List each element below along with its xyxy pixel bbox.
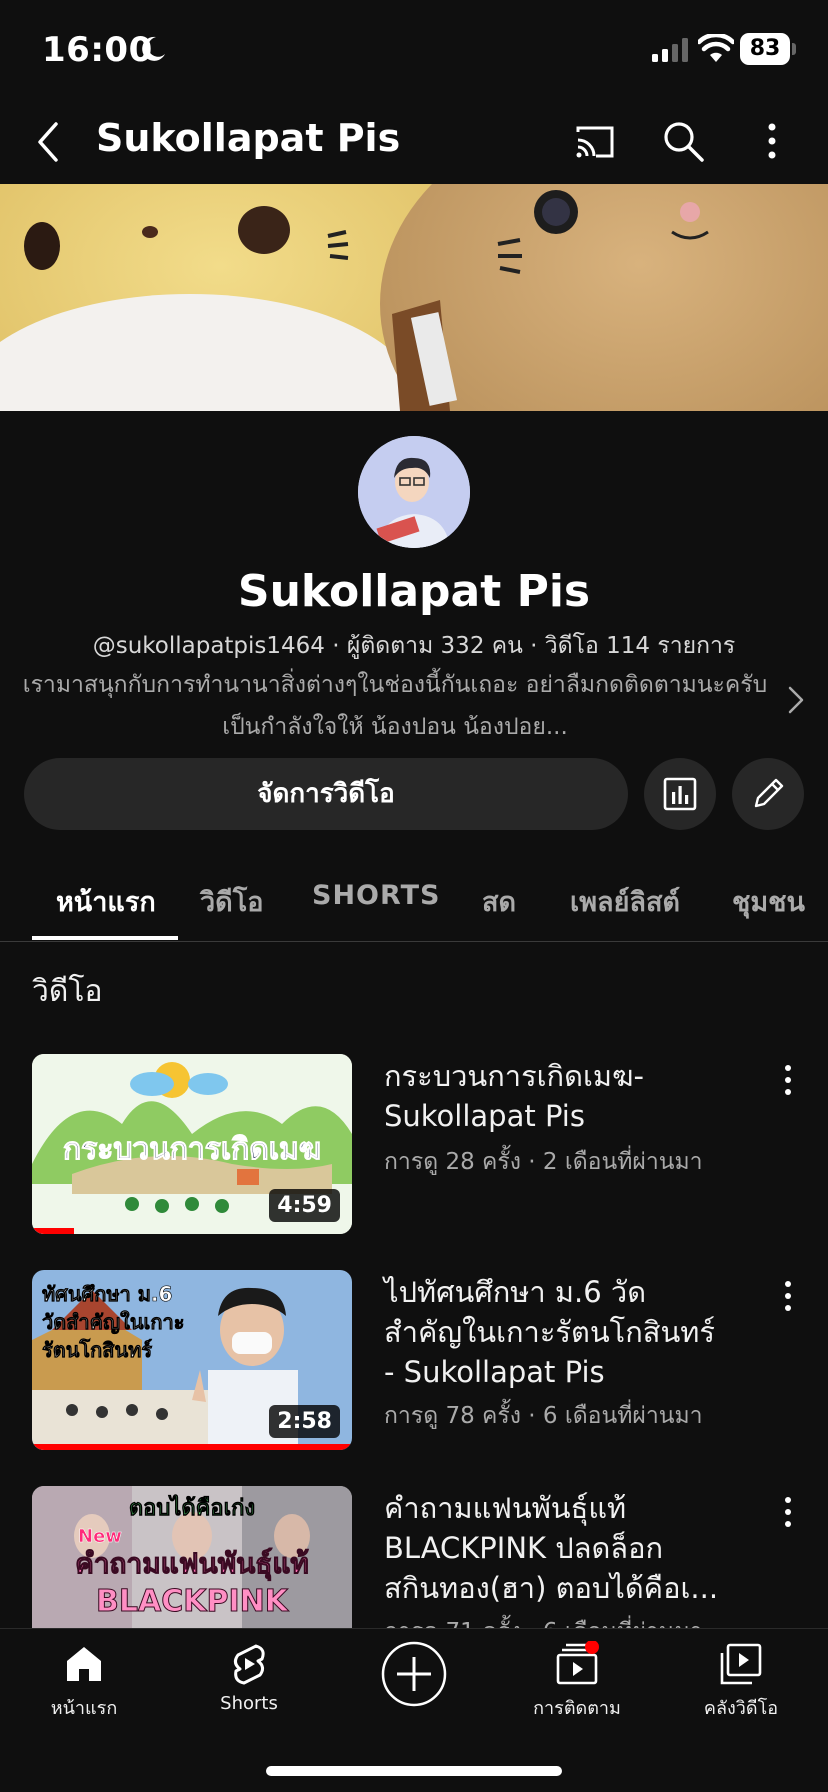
- description-line-2: เป็นกำลังใจให้ น้องปอน น้องปอย...: [222, 714, 568, 740]
- video-title: คำถามแฟนพันธุ์แท้ BLACKPINK ปลดล็อก สกิน…: [384, 1488, 744, 1608]
- library-icon: [720, 1643, 762, 1685]
- channel-avatar[interactable]: [358, 436, 470, 548]
- tab-playlists[interactable]: เพลย์ลิสต์: [570, 880, 680, 923]
- video-duration: 2:58: [269, 1405, 340, 1438]
- description-line-1: เรามาสนุกกับการทำนานาสิ่งต่างๆในช่องนี้ก…: [22, 672, 768, 698]
- home-indicator: [266, 1766, 562, 1776]
- video-title-line: Sukollapat Pis: [384, 1099, 585, 1133]
- more-options-icon[interactable]: [752, 118, 792, 164]
- video-title: ไปทัศนศึกษา ม.6 วัด สำคัญในเกาะรัตนโกสิน…: [384, 1272, 744, 1392]
- chevron-right-icon[interactable]: [780, 682, 810, 718]
- home-icon: [67, 1647, 101, 1681]
- do-not-disturb-moon-icon: [142, 36, 165, 61]
- active-tab-indicator: [32, 936, 178, 940]
- banner-plush-cats-image: [0, 184, 828, 411]
- video-thumbnail[interactable]: ทัศนศึกษา ม.6 วัดสำคัญในเกาะ รัตนโกสินทร…: [32, 1270, 352, 1450]
- nav-label: คลังวิดีโอ: [703, 1698, 779, 1719]
- nav-label: หน้าแรก: [50, 1698, 118, 1719]
- video-title-line: คำถามแฟนพันธุ์แท้: [384, 1491, 627, 1525]
- video-title-line: BLACKPINK ปลดล็อก: [384, 1531, 664, 1565]
- nav-shorts[interactable]: Shorts: [169, 1641, 329, 1714]
- thumbnail-caption: BLACKPINK: [96, 1584, 289, 1620]
- battery-tip: [792, 43, 796, 55]
- tab-live[interactable]: สด: [482, 880, 516, 923]
- tab-community[interactable]: ชุมชน: [732, 880, 805, 923]
- manage-videos-button[interactable]: จัดการวิดีโอ: [24, 758, 628, 830]
- cast-icon[interactable]: [572, 120, 618, 164]
- thumbnail-caption: ตอบได้คือเก่ง: [128, 1496, 256, 1522]
- video-item[interactable]: ทัศนศึกษา ม.6 วัดสำคัญในเกาะ รัตนโกสินทร…: [0, 1270, 828, 1460]
- video-meta: การดู 78 ครั้ง · 6 เดือนที่ผ่านมา: [384, 1403, 703, 1429]
- search-icon[interactable]: [660, 118, 706, 164]
- video-item[interactable]: กระบวนการเกิดเมฆ 4:59 กระบวนการเกิดเมฆ- …: [0, 1054, 828, 1244]
- youtube-channel-screen: 16:00 83 Sukollapat Pis Sukollapat Pis @…: [0, 0, 828, 1792]
- thumbnail-caption: ทัศนศึกษา ม.6 วัดสำคัญในเกาะ รัตนโกสินทร…: [42, 1280, 185, 1364]
- thumbnail-caption-line: รัตนโกสินทร์: [42, 1338, 153, 1363]
- video-title-line: ไปทัศนศึกษา ม.6 วัด: [384, 1275, 647, 1309]
- thumbnail-caption-line: วัดสำคัญในเกาะ: [42, 1310, 185, 1335]
- thumbnail-caption-line: ทัศนศึกษา ม.6: [42, 1282, 173, 1307]
- channel-banner: [0, 184, 828, 411]
- shorts-icon: [233, 1644, 265, 1685]
- channel-header: Sukollapat Pis: [0, 100, 828, 184]
- nav-home[interactable]: หน้าแรก: [4, 1641, 164, 1722]
- watch-progress-bar: [32, 1228, 74, 1234]
- nav-label: การติดตาม: [533, 1698, 621, 1719]
- video-more-icon[interactable]: [776, 1062, 800, 1098]
- thumbnail-caption: คำถามแฟนพันธุ์แท้: [75, 1547, 310, 1581]
- nav-label: Shorts: [220, 1693, 278, 1714]
- create-icon[interactable]: [381, 1641, 447, 1707]
- video-title-line: - Sukollapat Pis: [384, 1355, 605, 1389]
- section-title: วิดีโอ: [32, 974, 103, 1009]
- nav-subscriptions[interactable]: การติดตาม: [497, 1641, 657, 1722]
- analytics-button[interactable]: [644, 758, 716, 830]
- tab-videos[interactable]: วิดีโอ: [200, 880, 263, 923]
- avatar-illustration: [358, 436, 470, 548]
- cellular-signal-icon: [652, 38, 688, 62]
- tab-shorts[interactable]: SHORTS: [312, 880, 440, 911]
- channel-name: Sukollapat Pis: [237, 566, 591, 617]
- header-title: Sukollapat Pis: [96, 116, 401, 160]
- analytics-icon: [663, 777, 697, 811]
- video-meta: การดู 28 ครั้ง · 2 เดือนที่ผ่านมา: [384, 1149, 703, 1175]
- pencil-icon: [754, 778, 784, 808]
- tab-home[interactable]: หน้าแรก: [56, 880, 156, 923]
- video-title-line: สกินทอง(ฮา) ตอบได้คือเ...: [384, 1571, 719, 1605]
- channel-tabs: หน้าแรก วิดีโอ SHORTS สด เพลย์ลิสต์ ชุมช…: [0, 860, 828, 942]
- nav-library[interactable]: คลังวิดีโอ: [661, 1641, 821, 1722]
- back-arrow-icon[interactable]: [26, 116, 70, 168]
- status-time: 16:00: [42, 30, 153, 70]
- video-more-icon[interactable]: [776, 1494, 800, 1530]
- battery-level: 83: [740, 33, 790, 65]
- watch-progress-bar: [32, 1444, 352, 1450]
- status-bar: 16:00 83: [0, 0, 828, 100]
- battery-indicator: 83: [740, 33, 796, 65]
- edit-channel-button[interactable]: [732, 758, 804, 830]
- wifi-icon: [698, 34, 734, 62]
- video-title-line: สำคัญในเกาะรัตนโกสินทร์: [384, 1315, 715, 1349]
- video-more-icon[interactable]: [776, 1278, 800, 1314]
- video-duration: 4:59: [269, 1189, 340, 1222]
- subscriptions-icon: [556, 1641, 599, 1685]
- channel-description[interactable]: เรามาสนุกกับการทำนานาสิ่งต่างๆในช่องนี้ก…: [20, 664, 770, 748]
- video-title: กระบวนการเกิดเมฆ- Sukollapat Pis: [384, 1056, 744, 1136]
- thumbnail-caption: กระบวนการเกิดเมฆ: [62, 1132, 322, 1168]
- video-thumbnail[interactable]: กระบวนการเกิดเมฆ 4:59: [32, 1054, 352, 1234]
- channel-handle-stats: @sukollapatpis1464 · ผู้ติดตาม 332 คน · …: [92, 633, 736, 659]
- video-title-line: กระบวนการเกิดเมฆ-: [384, 1059, 644, 1093]
